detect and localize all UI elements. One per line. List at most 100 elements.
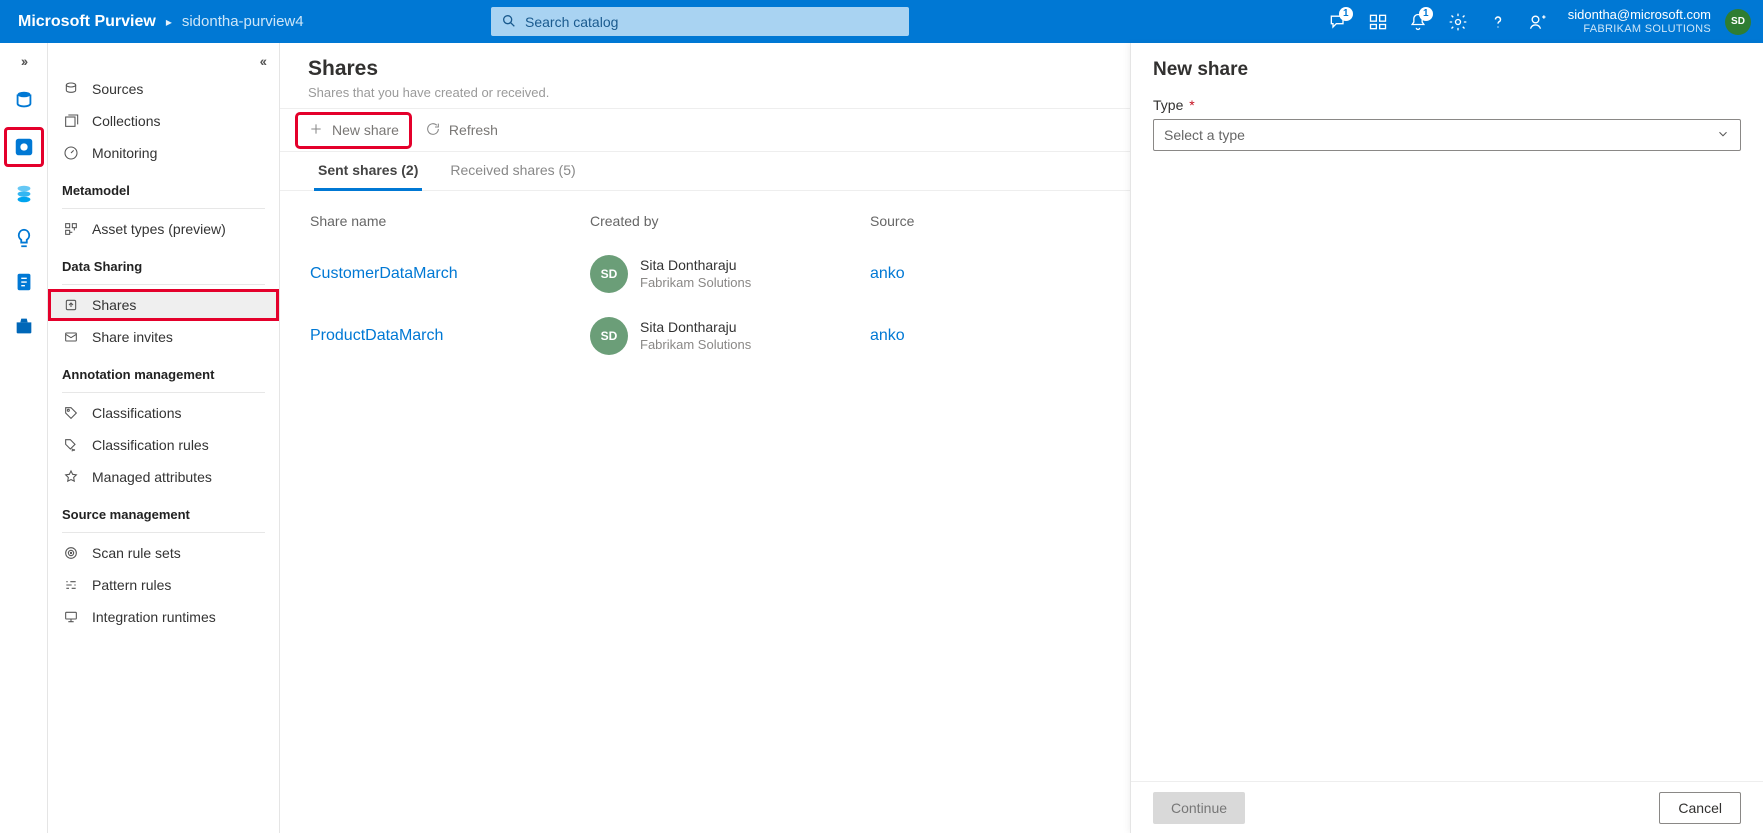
nav-label: Shares	[92, 297, 136, 313]
account-name[interactable]: sidontha-purview4	[182, 13, 304, 30]
nav-label: Classification rules	[92, 437, 209, 453]
nav-monitoring[interactable]: Monitoring	[48, 137, 279, 169]
source-link[interactable]: anko	[870, 265, 1070, 283]
table-header: Share name Created by Source	[304, 199, 1106, 243]
nav-classification-rules[interactable]: Classification rules	[48, 429, 279, 461]
share-link[interactable]: CustomerDataMarch	[310, 265, 590, 283]
directory-icon[interactable]	[1358, 0, 1398, 43]
nav-managed-attributes[interactable]: Managed attributes	[48, 461, 279, 493]
section-source-mgmt: Source management	[48, 493, 279, 528]
icon-rail: ››	[0, 43, 48, 833]
pattern-rules-icon	[62, 576, 80, 594]
classification-rules-icon	[62, 436, 80, 454]
nav-scan-rule-sets[interactable]: Scan rule sets	[48, 537, 279, 569]
rail-data-map-icon[interactable]	[4, 127, 44, 167]
panel-title: New share	[1131, 43, 1763, 87]
type-field-label: Type *	[1153, 97, 1741, 113]
continue-button[interactable]: Continue	[1153, 792, 1245, 824]
search-icon	[501, 13, 517, 29]
col-share-name[interactable]: Share name	[310, 213, 590, 229]
section-metamodel: Metamodel	[48, 169, 279, 204]
source-link[interactable]: anko	[870, 327, 1070, 345]
creator-name: Sita Dontharaju	[640, 257, 751, 275]
panel-footer: Continue Cancel	[1131, 781, 1763, 833]
asset-types-icon	[62, 220, 80, 238]
monitoring-icon	[62, 144, 80, 162]
divider	[62, 392, 265, 393]
nav-shares[interactable]: Shares	[48, 289, 279, 321]
rail-insights-icon[interactable]	[7, 221, 41, 255]
new-share-panel: New share Type * Select a type Continue …	[1130, 43, 1763, 833]
nav-label: Classifications	[92, 405, 181, 421]
nav-label: Integration runtimes	[92, 609, 216, 625]
table-row[interactable]: ProductDataMarch SD Sita Dontharaju Fabr…	[304, 305, 1106, 367]
plus-icon	[308, 121, 324, 140]
help-icon[interactable]	[1478, 0, 1518, 43]
cmd-label: New share	[332, 122, 399, 138]
feedback-badge: 1	[1339, 7, 1353, 21]
creator-name: Sita Dontharaju	[640, 319, 751, 337]
scan-rules-icon	[62, 544, 80, 562]
nav-label: Asset types (preview)	[92, 221, 226, 237]
type-select[interactable]: Select a type	[1153, 119, 1741, 151]
sources-icon	[62, 80, 80, 98]
creator-avatar: SD	[590, 255, 628, 293]
nav-label: Scan rule sets	[92, 545, 181, 561]
sidenav-collapse-icon[interactable]: ‹‹	[48, 53, 279, 73]
nav-pattern-rules[interactable]: Pattern rules	[48, 569, 279, 601]
page-subtitle: Shares that you have created or received…	[308, 85, 1102, 100]
select-placeholder: Select a type	[1164, 127, 1245, 143]
nav-sources[interactable]: Sources	[48, 73, 279, 105]
nav-integration-runtimes[interactable]: Integration runtimes	[48, 601, 279, 633]
shares-icon	[62, 296, 80, 314]
tab-sent-shares[interactable]: Sent shares (2)	[302, 152, 434, 190]
nav-collections[interactable]: Collections	[48, 105, 279, 137]
col-source[interactable]: Source	[870, 213, 1070, 229]
rail-management-icon[interactable]	[7, 309, 41, 343]
refresh-button[interactable]: Refresh	[415, 115, 508, 146]
main-content: Shares Shares that you have created or r…	[280, 43, 1130, 833]
user-email: sidontha@microsoft.com	[1568, 8, 1711, 23]
creator-org: Fabrikam Solutions	[640, 337, 751, 353]
nav-label: Monitoring	[92, 145, 157, 161]
share-tabs: Sent shares (2) Received shares (5)	[280, 152, 1130, 191]
settings-icon[interactable]	[1438, 0, 1478, 43]
user-block[interactable]: sidontha@microsoft.com FABRIKAM SOLUTION…	[1558, 8, 1721, 36]
rail-data-catalog-icon[interactable]	[7, 83, 41, 117]
classifications-icon	[62, 404, 80, 422]
search-box[interactable]	[491, 7, 909, 36]
feedback-icon[interactable]: 1	[1318, 0, 1358, 43]
rail-expand-icon[interactable]: ››	[21, 53, 26, 69]
rail-policy-icon[interactable]	[7, 265, 41, 299]
managed-attrs-icon	[62, 468, 80, 486]
collections-icon	[62, 112, 80, 130]
table-row[interactable]: CustomerDataMarch SD Sita Dontharaju Fab…	[304, 243, 1106, 305]
invites-icon	[62, 328, 80, 346]
creator-org: Fabrikam Solutions	[640, 275, 751, 291]
cancel-button[interactable]: Cancel	[1659, 792, 1741, 824]
runtimes-icon	[62, 608, 80, 626]
nav-asset-types[interactable]: Asset types (preview)	[48, 213, 279, 245]
col-created-by[interactable]: Created by	[590, 213, 870, 229]
user-avatar[interactable]: SD	[1725, 9, 1751, 35]
nav-label: Sources	[92, 81, 143, 97]
share-link[interactable]: ProductDataMarch	[310, 327, 590, 345]
side-nav: ‹‹ Sources Collections Monitoring Metamo…	[48, 43, 280, 833]
creator-avatar: SD	[590, 317, 628, 355]
rail-data-estate-icon[interactable]	[7, 177, 41, 211]
required-mark: *	[1189, 97, 1194, 113]
search-input[interactable]	[491, 7, 909, 36]
command-bar: New share Refresh	[280, 108, 1130, 152]
nav-share-invites[interactable]: Share invites	[48, 321, 279, 353]
chevron-down-icon	[1716, 127, 1730, 144]
header-icons: 1 1	[1318, 0, 1558, 43]
divider	[62, 532, 265, 533]
notifications-icon[interactable]: 1	[1398, 0, 1438, 43]
copilot-icon[interactable]	[1518, 0, 1558, 43]
new-share-button[interactable]: New share	[298, 115, 409, 146]
tab-received-shares[interactable]: Received shares (5)	[434, 152, 591, 190]
nav-classifications[interactable]: Classifications	[48, 397, 279, 429]
shares-table: Share name Created by Source CustomerDat…	[280, 191, 1130, 375]
nav-label: Share invites	[92, 329, 173, 345]
breadcrumb-chevron-icon: ▸	[166, 15, 172, 29]
